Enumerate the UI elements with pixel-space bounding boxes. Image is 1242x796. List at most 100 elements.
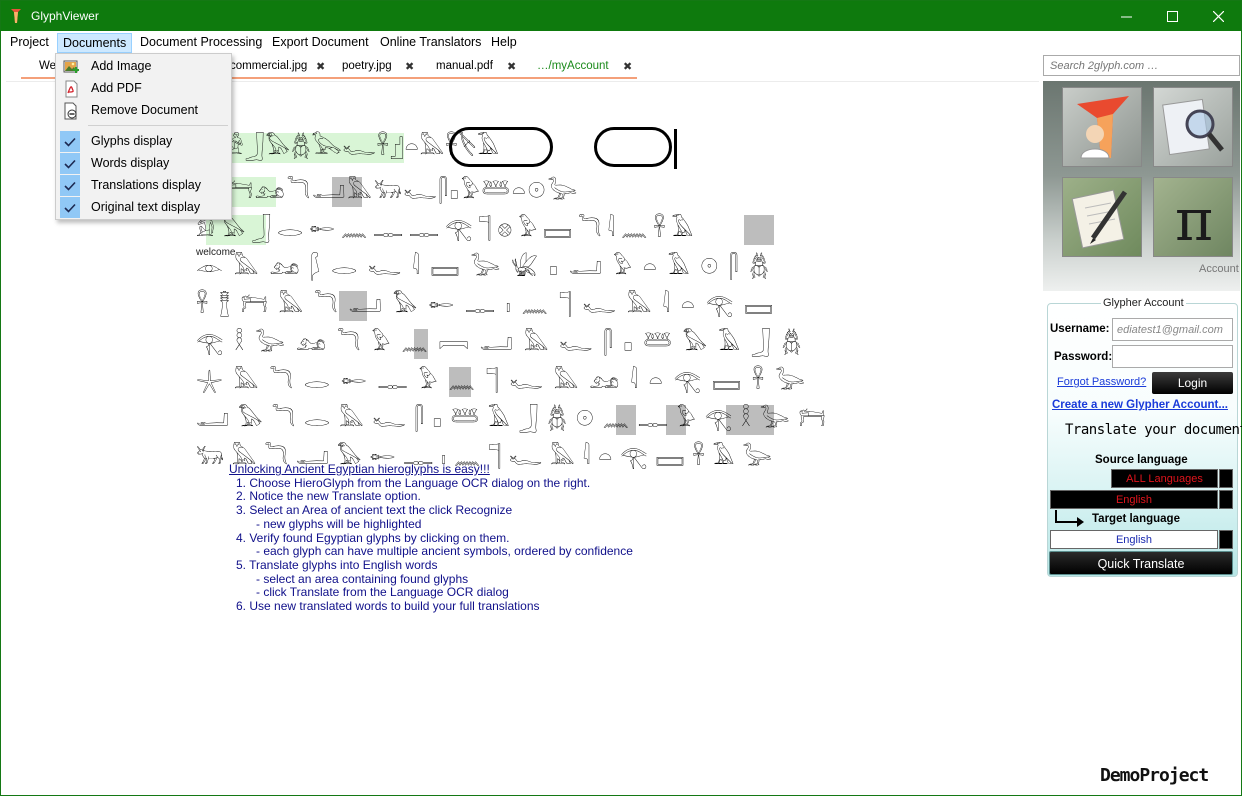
source-language-heading: Source language [1095, 454, 1188, 466]
glyph-text: 𓁀𓃭𓆓𓂝𓅓𓃒𓆑𓋴𓊪𓅱𓆷𓏏𓇳𓅬 [226, 179, 580, 204]
tab-close-icon[interactable]: ✖ [316, 60, 325, 73]
maximize-button[interactable] [1149, 1, 1195, 31]
project-name-label: DemoProject [1100, 765, 1209, 786]
maximize-icon [1166, 10, 1178, 22]
glyph-text: 𓀀𓃀𓅃𓆣𓅂𓆑𓋹𓊨𓏏𓅓𓋹𓌸𓄿 [224, 135, 500, 160]
target-language-select[interactable]: English [1050, 530, 1218, 549]
minimize-icon [1120, 16, 1132, 17]
target-language-heading: Target language [1092, 513, 1180, 525]
menu-item-glyphs-display[interactable]: Glyphs display [58, 131, 229, 152]
menu-item-label: Words display [91, 156, 170, 170]
create-account-link[interactable]: Create a new Glypher Account... [1052, 399, 1228, 411]
menu-online-translators[interactable]: Online Translators [375, 33, 486, 53]
dropdown-arrow-icon[interactable] [1219, 469, 1233, 488]
checkmark-icon [60, 197, 80, 218]
password-label: Password: [1054, 351, 1113, 363]
menu-item-add-pdf[interactable]: Add PDF [58, 78, 229, 99]
account-tile[interactable] [1062, 87, 1142, 167]
account-link[interactable]: Account [1199, 263, 1239, 275]
glyph-text: 𓇼𓅓𓆓𓂋𓄡𓊃𓅱𓈖𓊹𓆑𓅓𓃭𓇋𓏏𓂀𓈙𓋹𓅬 [196, 369, 816, 394]
math-tile[interactable]: π [1153, 177, 1233, 257]
menu-bar: Project Documents Document Processing Ex… [1, 31, 1241, 53]
instructions-heading: Unlocking Ancient Egyptian hieroglyphs i… [229, 462, 490, 476]
instruction-line: 3. Select an Area of ancient text the cl… [236, 503, 513, 518]
menu-item-original-text-display[interactable]: Original text display [58, 197, 229, 218]
source-language-select[interactable]: English [1050, 490, 1218, 509]
menu-project[interactable]: Project [5, 33, 54, 53]
menu-item-translations-display[interactable]: Translations display [58, 175, 229, 196]
app-logo-icon [11, 9, 21, 23]
user-icon [1077, 96, 1129, 159]
menu-item-add-image[interactable]: Add Image [58, 56, 229, 77]
magnifier-icon [1162, 98, 1224, 156]
documents-dropdown-menu: Add Image Add PDF Remove Document Glyphs… [55, 53, 232, 220]
tab-commercial[interactable]: commercial.jpg [230, 60, 307, 76]
pi-icon: π [1175, 186, 1213, 254]
dropdown-arrow-icon[interactable] [1219, 490, 1233, 509]
glyph-text: 𓂝𓅃𓆓𓂋𓅓𓆑𓋴𓊪𓆷𓄿𓃀𓆣𓇳𓈖𓊃𓅱𓂀𓎛𓅬𓁀 [196, 407, 835, 432]
tab-close-icon[interactable]: ✖ [623, 60, 632, 73]
instruction-line: 2. Notice the new Translate option. [236, 489, 421, 504]
instruction-line: - each glyph can have multiple ancient s… [236, 544, 633, 559]
instruction-line: 4. Verify found Egyptian glyphs by click… [236, 530, 510, 545]
quick-translate-button[interactable]: Quick Translate [1049, 551, 1233, 575]
password-field[interactable] [1112, 345, 1233, 368]
instruction-line: 1. Choose HieroGlyph from the Language O… [236, 475, 591, 490]
edit-tile[interactable] [1062, 177, 1142, 257]
svg-text:π: π [1175, 186, 1213, 254]
checkmark-icon [60, 175, 80, 196]
instruction-line: - select an area containing found glyphs [236, 571, 469, 586]
pdf-icon [65, 80, 78, 98]
login-button[interactable]: Login [1152, 372, 1233, 394]
tab-close-icon[interactable]: ✖ [405, 60, 414, 73]
source-language-select[interactable]: ALL Languages [1111, 469, 1218, 488]
instruction-line: - click Translate from the Language OCR … [236, 585, 509, 600]
menu-item-words-display[interactable]: Words display [58, 153, 229, 174]
dropdown-arrow-icon[interactable] [1219, 530, 1233, 549]
tab-manual[interactable]: manual.pdf [436, 60, 493, 76]
tab-welcome[interactable]: We [39, 60, 56, 76]
translate-heading: Translate your document [1065, 422, 1242, 438]
instructions-text: Unlocking Ancient Egyptian hieroglyphs i… [229, 462, 633, 614]
tools-tile-panel: π [1043, 81, 1240, 291]
menu-item-label: Glyphs display [91, 134, 173, 148]
minimize-button[interactable] [1103, 1, 1149, 31]
glyph-text: 𓁹𓅓𓃭𓆄𓂋𓆑𓇋𓈙𓅬𓆤𓊪𓂝𓅱𓏏𓄿𓇳𓋴𓆣 [196, 255, 780, 280]
menu-item-label: Translations display [91, 178, 202, 192]
menu-documents[interactable]: Documents [57, 33, 133, 53]
menu-export-document[interactable]: Export Document [267, 33, 374, 53]
tab-my-account[interactable]: …/myAccount [537, 60, 609, 76]
tab-close-icon[interactable]: ✖ [507, 60, 516, 73]
search-tile[interactable] [1153, 87, 1233, 167]
tab-poetry[interactable]: poetry.jpg [342, 60, 392, 76]
menu-item-label: Remove Document [91, 103, 198, 117]
instruction-line: 6. Use new translated words to build you… [236, 599, 540, 614]
menu-document-processing[interactable]: Document Processing [135, 33, 267, 53]
glyph-text: 𓂀𓎛𓅬𓃭𓆓𓅱𓈖𓇯𓂝𓅓𓆑𓋴𓊪𓆷𓅃𓄿𓃀𓆣 [196, 331, 813, 356]
app-window: GlyphViewer Project Documents Document P… [0, 0, 1242, 796]
recognized-word-label: welcome [196, 247, 236, 258]
add-image-icon [63, 60, 79, 73]
username-field[interactable] [1112, 318, 1233, 341]
menu-item-label: Original text display [91, 200, 201, 214]
username-label: Username: [1050, 323, 1110, 335]
instruction-line: - new glyphs will be highlighted [236, 516, 422, 531]
title-bar: GlyphViewer [1, 1, 1241, 31]
glyph-text: 𓋹𓊽𓁀𓅓𓆓𓂝𓅃𓄡𓊃𓏤𓈖𓊹𓆑𓅓𓇋𓏏𓂀𓈙 [196, 293, 784, 318]
glyph-text: 𓀁𓅃𓃀𓂋𓄡𓈖𓊃𓊃𓂀𓊹𓊖𓅱𓈙𓆓𓇋𓈖𓋹𓄿 [196, 217, 700, 242]
forgot-password-link[interactable]: Forgot Password? [1057, 376, 1146, 388]
menu-help[interactable]: Help [486, 33, 522, 53]
pencil-icon [1071, 189, 1128, 249]
close-icon [1212, 10, 1224, 22]
account-panel-title: Glypher Account [1101, 297, 1186, 309]
checkmark-icon [60, 153, 80, 174]
cartouche [594, 127, 672, 167]
menu-item-remove-document[interactable]: Remove Document [58, 100, 229, 121]
instruction-line: 5. Translate glyphs into English words [236, 557, 438, 572]
turn-arrow-icon [1055, 510, 1084, 527]
menu-separator [88, 125, 228, 126]
search-input[interactable] [1043, 55, 1240, 76]
remove-document-icon [64, 102, 77, 120]
checkmark-icon [60, 131, 80, 152]
close-button[interactable] [1195, 1, 1241, 31]
